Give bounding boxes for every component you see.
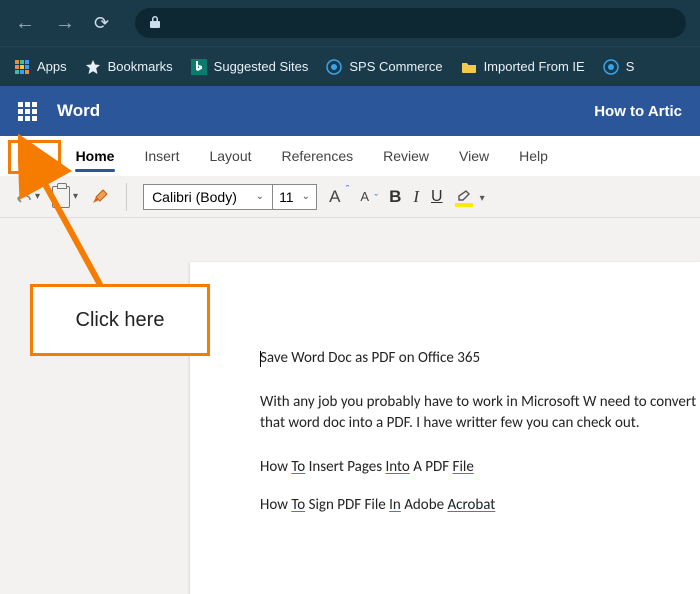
chevron-down-icon: ⌄ bbox=[302, 191, 310, 202]
format-painter-button[interactable] bbox=[90, 187, 110, 207]
tab-home[interactable]: Home bbox=[61, 136, 130, 176]
bookmark-label: S bbox=[626, 59, 635, 74]
star-icon bbox=[85, 59, 101, 75]
tab-help[interactable]: Help bbox=[504, 136, 563, 176]
paste-button[interactable]: ▾ bbox=[52, 186, 78, 208]
highlight-icon bbox=[455, 189, 471, 205]
bookmark-label: Apps bbox=[37, 59, 67, 74]
bookmark-label: SPS Commerce bbox=[349, 59, 442, 74]
bookmark-sps[interactable]: SPS Commerce bbox=[326, 59, 442, 75]
bookmark-suggested[interactable]: Suggested Sites bbox=[191, 59, 309, 75]
font-selector: Calibri (Body) ⌄ 11 ⌄ bbox=[143, 184, 317, 210]
tab-references[interactable]: References bbox=[267, 136, 369, 176]
divider bbox=[126, 183, 127, 211]
doc-link-line: How To Insert Pages Into A PDF File bbox=[260, 457, 700, 477]
shrink-font-button[interactable]: A bbox=[360, 189, 377, 204]
tab-insert[interactable]: Insert bbox=[129, 136, 194, 176]
doc-paragraph: With any job you probably have to work i… bbox=[260, 392, 700, 433]
document-page[interactable]: Save Word Doc as PDF on Office 365 With … bbox=[190, 262, 700, 594]
chevron-down-icon: ▾ bbox=[35, 191, 40, 202]
tab-review[interactable]: Review bbox=[368, 136, 444, 176]
chevron-down-icon: ⌄ bbox=[256, 191, 264, 202]
highlight-button[interactable]: ▾ bbox=[455, 189, 481, 205]
word-brand: Word bbox=[57, 101, 100, 121]
brush-icon bbox=[90, 187, 110, 207]
clipboard-icon bbox=[52, 186, 70, 208]
bookmark-apps[interactable]: Apps bbox=[14, 59, 67, 75]
grow-font-button[interactable]: A bbox=[329, 187, 348, 207]
bookmarks-bar: Apps Bookmarks Suggested Sites SPS Comme… bbox=[0, 46, 700, 86]
doc-link-line: How To Sign PDF File In Adobe Acrobat bbox=[260, 495, 700, 515]
app-launcher-icon[interactable] bbox=[18, 102, 37, 121]
annotation-callout: Click here bbox=[30, 284, 210, 356]
word-header: Word How to Artic bbox=[0, 86, 700, 136]
bookmark-partial[interactable]: S bbox=[603, 59, 635, 75]
doc-heading: Save Word Doc as PDF on Office 365 bbox=[260, 348, 700, 368]
document-title: How to Artic bbox=[594, 103, 682, 120]
bold-button[interactable]: B bbox=[389, 187, 401, 207]
chevron-down-icon: ▾ bbox=[73, 191, 78, 202]
tab-view[interactable]: View bbox=[444, 136, 504, 176]
ribbon-toolbar: ▾ ▾ Calibri (Body) ⌄ 11 ⌄ A A B I U ▾ bbox=[0, 176, 700, 218]
bookmark-bookmarks[interactable]: Bookmarks bbox=[85, 59, 173, 75]
bookmark-label: Imported From IE bbox=[484, 59, 585, 74]
reload-icon[interactable]: ⟳ bbox=[94, 13, 109, 34]
chevron-down-icon: ▾ bbox=[480, 193, 485, 204]
undo-button[interactable]: ▾ bbox=[14, 190, 40, 204]
address-bar[interactable] bbox=[135, 8, 686, 38]
underline-button[interactable]: U bbox=[431, 188, 443, 206]
forward-icon[interactable]: → bbox=[54, 12, 76, 35]
tab-file[interactable]: File bbox=[8, 140, 61, 174]
italic-button[interactable]: I bbox=[413, 187, 419, 207]
sps-icon bbox=[603, 59, 619, 75]
sps-icon bbox=[326, 59, 342, 75]
document-canvas: Save Word Doc as PDF on Office 365 With … bbox=[0, 218, 700, 594]
bing-icon bbox=[191, 59, 207, 75]
bookmark-label: Suggested Sites bbox=[214, 59, 309, 74]
apps-grid-icon bbox=[14, 59, 30, 75]
folder-icon bbox=[461, 59, 477, 75]
font-size-select[interactable]: 11 ⌄ bbox=[273, 184, 317, 210]
annotation-text: Click here bbox=[76, 309, 165, 332]
font-name-select[interactable]: Calibri (Body) ⌄ bbox=[143, 184, 273, 210]
ribbon-tabs: File Home Insert Layout References Revie… bbox=[0, 136, 700, 176]
bookmark-label: Bookmarks bbox=[108, 59, 173, 74]
bookmark-imported[interactable]: Imported From IE bbox=[461, 59, 585, 75]
tab-layout[interactable]: Layout bbox=[194, 136, 266, 176]
undo-icon bbox=[14, 190, 32, 204]
browser-nav-bar: ← → ⟳ bbox=[0, 0, 700, 46]
lock-icon bbox=[149, 15, 161, 32]
back-icon[interactable]: ← bbox=[14, 12, 36, 35]
